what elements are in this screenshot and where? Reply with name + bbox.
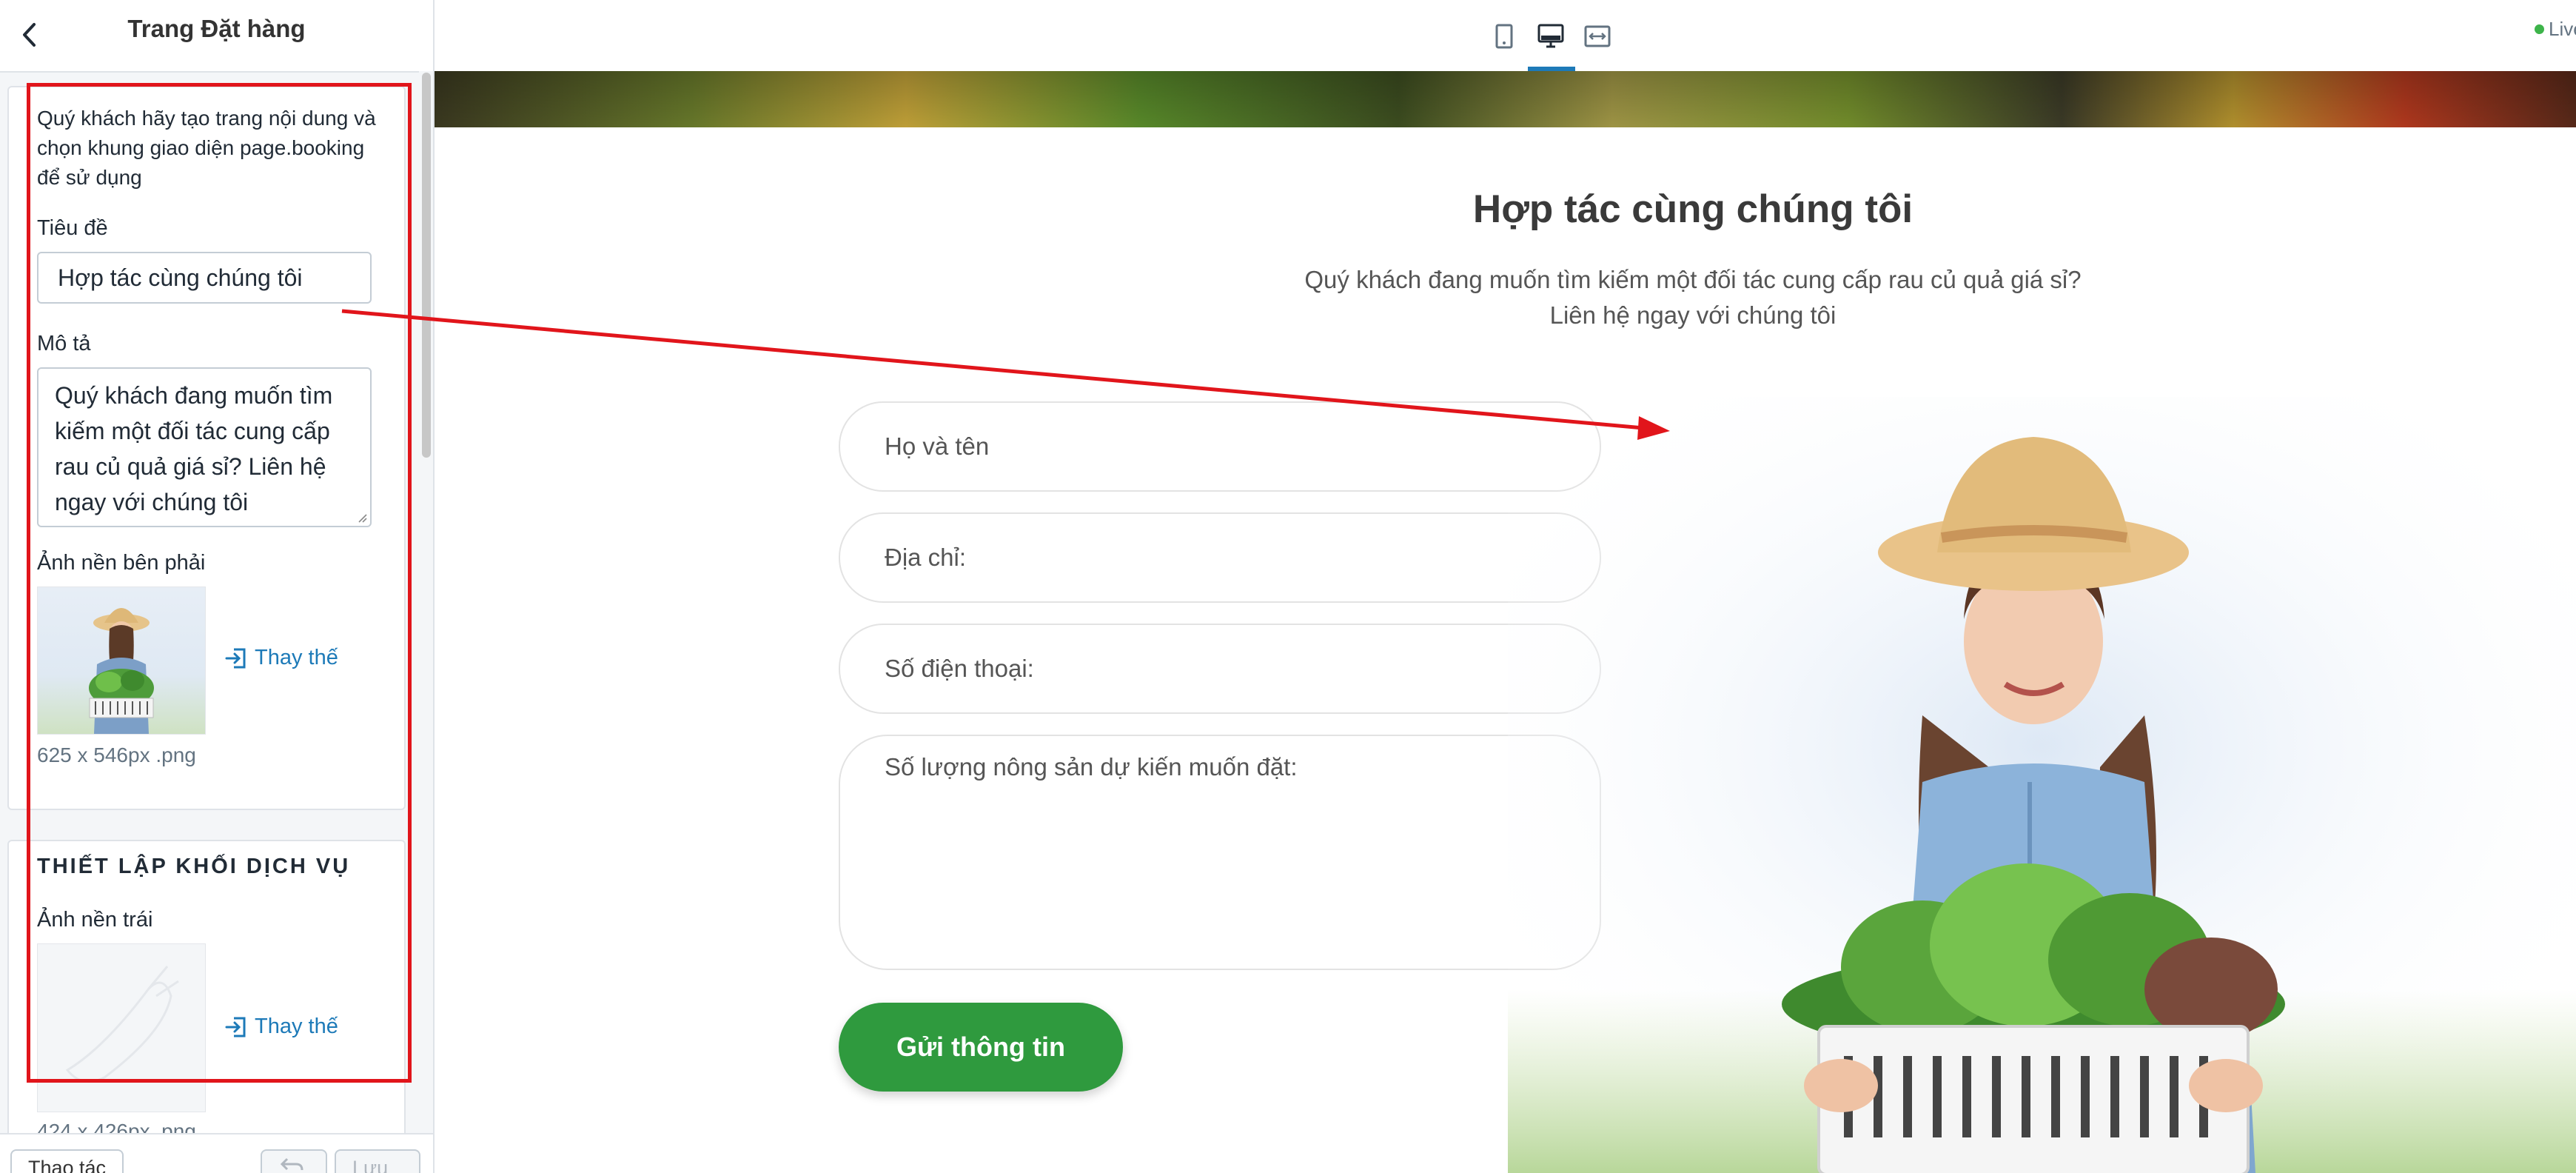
sidebar-header: Trang Đặt hàng [0, 0, 433, 73]
preview-subtext-line1: Quý khách đang muốn tìm kiếm một đối tác… [1304, 266, 2082, 293]
quantity-field[interactable]: Số lượng nông sản dự kiến muốn đặt: [839, 735, 1601, 970]
replace-left-label: Thay thế [255, 1015, 338, 1038]
right-image-meta: 625 x 546px .png [37, 743, 196, 766]
right-image-label: Ảnh nền bên phải [37, 551, 206, 575]
right-image-thumbnail [37, 586, 206, 735]
live-status: Live [2535, 18, 2576, 41]
banner-shade [435, 71, 2576, 127]
mobile-view-icon [1495, 24, 1513, 49]
title-input[interactable]: Hợp tác cùng chúng tôi [37, 252, 372, 304]
name-field[interactable]: Họ và tên [839, 401, 1601, 492]
save-button[interactable]: Lưu [335, 1149, 420, 1173]
sidebar-title: Trang Đặt hàng [127, 15, 306, 42]
farmer-woman-thumbnail-image [89, 608, 154, 734]
resize-grip-icon[interactable] [357, 512, 367, 523]
description-textarea[interactable]: Quý khách đang muốn tìm kiếm một đối tác… [37, 367, 372, 527]
description-text: Quý khách đang muốn tìm kiếm một đối tác… [55, 382, 333, 515]
fullwidth-view-icon [1584, 25, 1611, 47]
left-image-thumbnail [37, 943, 206, 1112]
mobile-view-button[interactable] [1481, 13, 1527, 59]
title-label: Tiêu đề [37, 216, 108, 240]
preview-subtext: Quý khách đang muốn tìm kiếm một đối tác… [1175, 262, 2211, 333]
section-title: THIẾT LẬP KHỐI DỊCH VỤ [37, 855, 351, 878]
address-field[interactable]: Địa chỉ: [839, 512, 1601, 603]
desktop-view-button[interactable] [1528, 13, 1574, 59]
fullwidth-view-button[interactable] [1574, 13, 1620, 59]
live-status-label: Live [2549, 18, 2576, 40]
left-image-label: Ảnh nền trái [37, 908, 153, 932]
undo-icon [280, 1157, 303, 1171]
vegetable-outline-thumbnail-image [65, 966, 179, 1083]
sidebar-scrollbar[interactable] [422, 73, 431, 458]
description-label: Mô tả [37, 332, 91, 355]
preview-subtext-line2: Liên hệ ngay với chúng tôi [1549, 301, 1837, 329]
preview-toolbar [435, 0, 2576, 71]
farmer-woman-image [1508, 397, 2576, 1173]
replace-icon [225, 648, 246, 668]
phone-field[interactable]: Số điện thoại: [839, 624, 1601, 714]
replace-icon [225, 1017, 246, 1037]
actions-button[interactable]: Thao tác [10, 1149, 124, 1173]
info-text: Quý khách hãy tạo trang nội dung và chọn… [37, 107, 376, 189]
desktop-view-icon [1537, 24, 1564, 48]
replace-right-image-button[interactable]: Thay thế [225, 646, 338, 670]
undo-button[interactable] [261, 1149, 327, 1173]
replace-right-label: Thay thế [255, 646, 338, 669]
live-status-dot [2535, 24, 2544, 34]
preview-heading: Hợp tác cùng chúng tôi [1472, 187, 1913, 231]
submit-button[interactable]: Gửi thông tin [839, 1003, 1123, 1092]
page-preview: Hợp tác cùng chúng tôi Quý khách đang mu… [435, 71, 2576, 1173]
replace-left-image-button[interactable]: Thay thế [225, 1015, 338, 1039]
settings-sidebar: Trang Đặt hàng Quý khách hãy tạo trang n… [0, 0, 435, 1173]
